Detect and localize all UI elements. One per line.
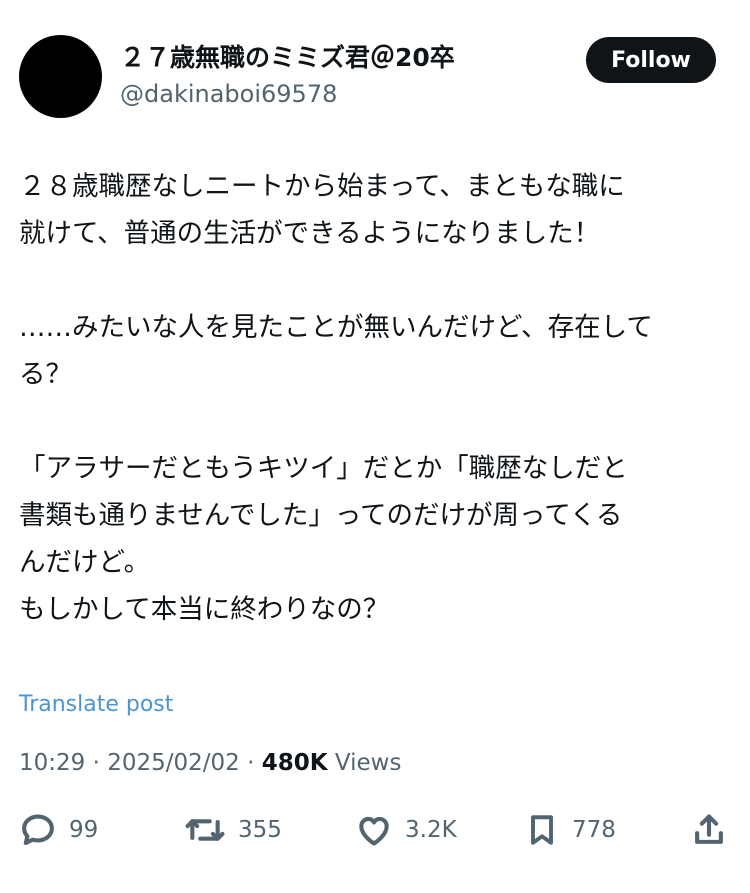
reply-icon — [22, 814, 54, 846]
post-line: んだけど。 — [19, 547, 151, 578]
like-count: 3.2K — [405, 817, 457, 843]
post-line — [19, 257, 735, 304]
follow-button[interactable]: Follow — [586, 37, 716, 83]
avatar[interactable] — [19, 35, 102, 118]
post-meta: 10:29 · 2025/02/02 · 480K Views — [19, 746, 401, 780]
share-button[interactable] — [690, 808, 728, 852]
post-line: もしかして本当に終わりなの？ — [19, 594, 390, 625]
author-handle[interactable]: @dakinaboi69578 — [120, 77, 337, 111]
post-line: ……みたいな人を見たことが無いんだけど、存在して — [19, 312, 653, 343]
repost-count: 355 — [238, 817, 282, 843]
meta-separator: · — [92, 750, 100, 776]
like-icon — [359, 816, 389, 846]
post-line: る？ — [19, 359, 72, 390]
bookmark-icon — [531, 815, 553, 845]
post-line: 書類も通りませんでした」ってのだけが周ってくる — [19, 500, 623, 531]
post-line: 「アラサーだともうキツイ」だとか「職歴なしだと — [19, 453, 628, 484]
post-date[interactable]: 2025/02/02 — [107, 750, 240, 776]
repost-icon — [185, 819, 225, 841]
reply-count: 99 — [69, 817, 99, 843]
bookmark-button[interactable]: 778 — [524, 808, 616, 852]
post-line: 就けて、普通の生活ができるようになりました！ — [19, 218, 601, 249]
like-button[interactable]: 3.2K — [355, 808, 457, 852]
meta-separator: · — [247, 750, 255, 776]
views-label: Views — [334, 750, 402, 776]
views-count: 480K — [261, 750, 328, 776]
post-body: ２８歳職歴なしニートから始まって、まともな職に 就けて、普通の生活ができるように… — [19, 163, 735, 633]
repost-button[interactable]: 355 — [184, 808, 282, 852]
translate-post-link[interactable]: Translate post — [19, 689, 173, 721]
reply-button[interactable]: 99 — [19, 808, 98, 852]
post-time[interactable]: 10:29 — [19, 750, 85, 776]
author-display-name[interactable]: ２７歳無職のミミズ君＠20卒 — [120, 40, 455, 76]
post-line — [19, 398, 735, 445]
bookmark-count: 778 — [572, 817, 616, 843]
share-icon — [695, 814, 723, 844]
post-line: ２８歳職歴なしニートから始まって、まともな職に — [19, 171, 625, 202]
